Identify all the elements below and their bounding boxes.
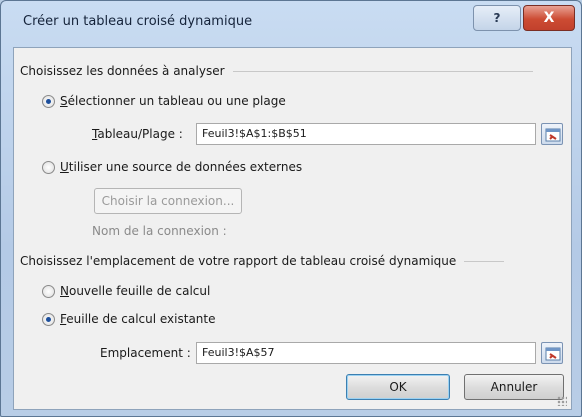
location-selector-button[interactable] bbox=[541, 342, 563, 364]
new-worksheet-radio[interactable] bbox=[42, 284, 55, 298]
location-section-header: Choisissez l'emplacement de votre rappor… bbox=[20, 254, 505, 268]
data-source-header-text: Choisissez les données à analyser bbox=[20, 64, 225, 78]
new-worksheet-radio-row[interactable]: Nouvelle feuille de calcul bbox=[42, 284, 210, 298]
cancel-button[interactable]: Annuler bbox=[464, 374, 564, 400]
select-range-radio-row[interactable]: Sélectionner un tableau ou une plage bbox=[42, 94, 286, 108]
ok-button[interactable]: OK bbox=[346, 374, 450, 400]
existing-worksheet-radio[interactable] bbox=[42, 312, 55, 326]
location-label: Emplacement : bbox=[100, 346, 191, 360]
section-divider bbox=[232, 70, 533, 72]
dialog-body: Choisissez les données à analyser Sélect… bbox=[13, 47, 572, 410]
external-source-radio-row[interactable]: Utiliser une source de données externes bbox=[42, 160, 302, 174]
new-worksheet-label: Nouvelle feuille de calcul bbox=[60, 284, 211, 298]
external-source-label: Utiliser une source de données externes bbox=[60, 160, 303, 174]
existing-worksheet-label: Feuille de calcul existante bbox=[60, 312, 216, 326]
title-bar[interactable]: Créer un tableau croisé dynamique ? X bbox=[1, 1, 581, 41]
table-range-selector-button[interactable] bbox=[541, 123, 563, 145]
choose-connection-button[interactable]: Choisir la connexion... bbox=[94, 188, 242, 214]
location-input[interactable]: Feuil3!$A$57 bbox=[196, 342, 536, 364]
resize-grip[interactable] bbox=[557, 396, 567, 406]
select-range-label: Sélectionner un tableau ou une plage bbox=[60, 94, 286, 108]
help-button[interactable]: ? bbox=[473, 5, 521, 31]
section-divider bbox=[464, 260, 505, 262]
close-button[interactable]: X bbox=[523, 5, 575, 31]
collapse-dialog-icon bbox=[545, 128, 561, 142]
data-source-section-header: Choisissez les données à analyser bbox=[20, 64, 533, 78]
existing-worksheet-radio-row[interactable]: Feuille de calcul existante bbox=[42, 312, 216, 326]
table-range-input[interactable]: Feuil3!$A$1:$B$51 bbox=[196, 123, 536, 145]
collapse-dialog-icon bbox=[545, 347, 561, 361]
table-range-label: Tableau/Plage : bbox=[92, 127, 183, 141]
close-icon: X bbox=[543, 10, 555, 26]
connection-name-label: Nom de la connexion : bbox=[92, 224, 227, 238]
create-pivottable-dialog: Créer un tableau croisé dynamique ? X Ch… bbox=[0, 0, 582, 417]
location-header-text: Choisissez l'emplacement de votre rappor… bbox=[20, 254, 457, 268]
select-range-radio[interactable] bbox=[42, 94, 55, 108]
help-icon: ? bbox=[493, 11, 501, 25]
external-source-radio[interactable] bbox=[42, 160, 55, 174]
dialog-title: Créer un tableau croisé dynamique bbox=[23, 14, 253, 29]
